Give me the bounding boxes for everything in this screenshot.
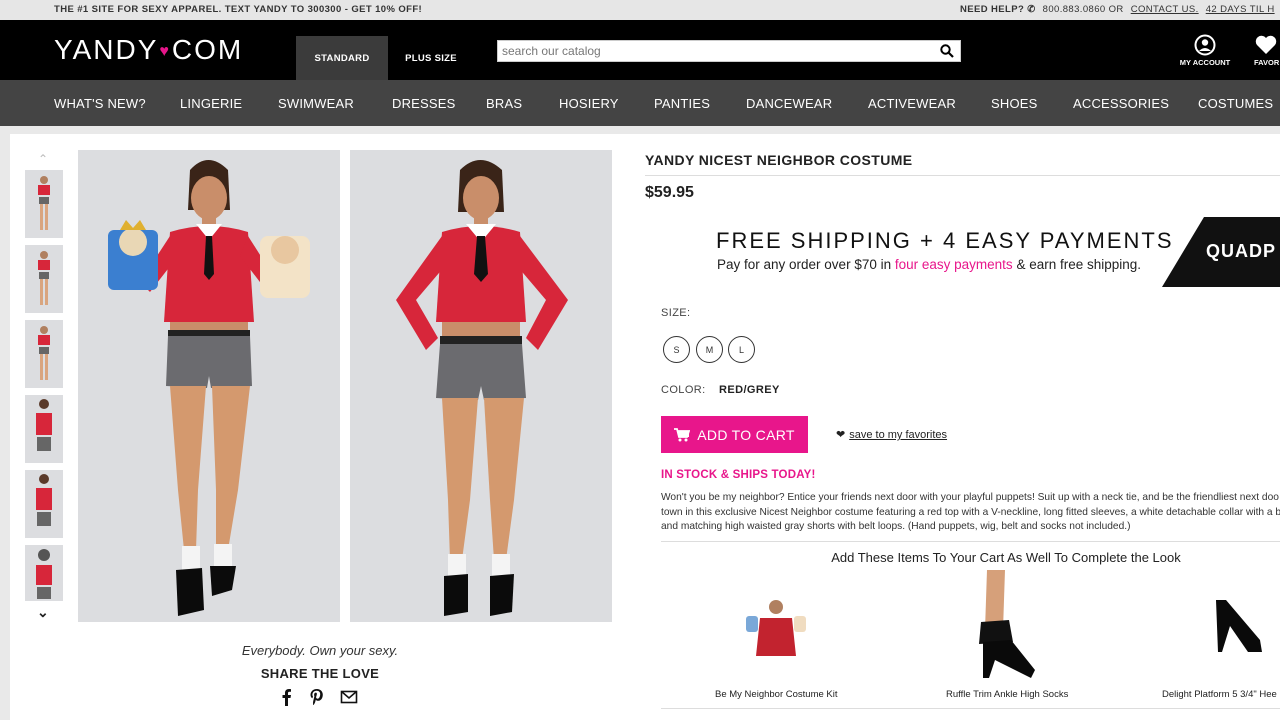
color-row: COLOR: RED/GREY [661, 384, 780, 396]
product-thumbnail[interactable] [25, 545, 63, 601]
promo-text: THE #1 SITE FOR SEXY APPAREL. TEXT YANDY… [54, 4, 423, 15]
logo-text-left: YANDY [54, 34, 159, 65]
tab-plus-size[interactable]: PLUS SIZE [388, 36, 474, 80]
site-header: YANDY♥COM STANDARD PLUS SIZE MY ACCOUNT … [0, 20, 1280, 80]
email-icon[interactable] [340, 688, 358, 706]
heart-icon: ❤ [836, 429, 846, 441]
color-value: RED/GREY [719, 384, 780, 396]
title-divider [645, 175, 1280, 176]
product-thumbnail[interactable] [25, 170, 63, 238]
shipping-subtext: Pay for any order over $70 in four easy … [717, 257, 1141, 272]
returns-link[interactable]: 42 DAYS TIL H [1206, 4, 1275, 15]
nav-costumes[interactable]: COSTUMES [1198, 96, 1273, 111]
product-title: YANDY NICEST NEIGHBOR COSTUME [645, 152, 913, 168]
product-price: $59.95 [645, 184, 694, 201]
product-thumbnail[interactable] [25, 245, 63, 313]
account-icon [1194, 34, 1216, 56]
product-description: Won't you be my neighbor? Entice your fr… [661, 491, 1280, 535]
phone-number: 800.883.0860 OR [1042, 4, 1124, 15]
chevron-up-icon[interactable]: ⌃ [38, 152, 48, 166]
promo-bar: THE #1 SITE FOR SEXY APPAREL. TEXT YANDY… [0, 0, 1280, 20]
logo-text-right: COM [171, 34, 244, 65]
recommended-item-image[interactable] [1208, 570, 1268, 685]
nav-lingerie[interactable]: LINGERIE [180, 96, 242, 111]
pinterest-icon[interactable] [308, 688, 326, 706]
search-box [497, 40, 961, 62]
nav-dancewear[interactable]: DANCEWEAR [746, 96, 832, 111]
site-logo[interactable]: YANDY♥COM [54, 34, 243, 66]
need-help-label: NEED HELP? [960, 4, 1025, 15]
my-account-button[interactable]: MY ACCOUNT [1178, 34, 1232, 67]
product-thumbnail[interactable] [25, 470, 63, 538]
nav-panties[interactable]: PANTIES [654, 96, 710, 111]
product-photo-main[interactable] [78, 150, 340, 622]
color-label: COLOR: [661, 384, 706, 396]
nav-whats-new[interactable]: WHAT'S NEW? [54, 96, 146, 111]
shipping-text-pre: Pay for any order over $70 in [717, 257, 892, 272]
size-option-m[interactable]: M [696, 336, 723, 363]
add-to-cart-label: ADD TO CART [697, 426, 795, 443]
description-line: town in this exclusive Nicest Neighbor c… [661, 506, 1280, 518]
save-favorites-link[interactable]: ❤ save to my favorites [836, 428, 947, 441]
nav-activewear[interactable]: ACTIVEWEAR [868, 96, 956, 111]
help-area: NEED HELP? ✆ 800.883.0860 OR CONTACT US.… [960, 4, 1275, 15]
brand-tagline: Everybody. Own your sexy. [241, 643, 399, 658]
nav-bras[interactable]: BRAS [486, 96, 522, 111]
nav-dresses[interactable]: DRESSES [392, 96, 456, 111]
add-to-cart-button[interactable]: ADD TO CART [661, 416, 808, 453]
facebook-icon[interactable] [278, 688, 296, 706]
heart-icon [1255, 35, 1277, 54]
recommended-item-name[interactable]: Be My Neighbor Costume Kit [715, 689, 838, 700]
cart-icon [674, 427, 691, 441]
footer-divider [661, 708, 1280, 709]
search-input[interactable] [498, 41, 928, 61]
save-favorites-label: save to my favorites [849, 429, 948, 441]
product-thumbnail[interactable] [25, 395, 63, 463]
favorites-label: FAVOR [1254, 58, 1280, 67]
category-nav: WHAT'S NEW? LINGERIE SWIMWEAR DRESSES BR… [0, 80, 1280, 126]
easy-payments-link[interactable]: four easy payments [895, 257, 1013, 272]
nav-hosiery[interactable]: HOSIERY [559, 96, 619, 111]
complete-look-heading: Add These Items To Your Cart As Well To … [831, 550, 1181, 565]
recommended-item-name[interactable]: Delight Platform 5 3/4" Hee [1162, 689, 1277, 700]
shipping-headline: FREE SHIPPING + 4 EASY PAYMENTS [716, 228, 1174, 253]
chevron-down-icon[interactable]: ⌄ [37, 604, 49, 621]
search-icon[interactable] [940, 44, 954, 58]
stock-status: IN STOCK & SHIPS TODAY! [661, 469, 816, 481]
recommended-item-image[interactable] [740, 570, 812, 685]
phone-icon: ✆ [1027, 4, 1036, 15]
size-label: SIZE: [661, 307, 691, 319]
description-divider [661, 541, 1280, 542]
heart-icon: ♥ [159, 42, 171, 60]
size-option-l[interactable]: L [728, 336, 755, 363]
size-option-s[interactable]: S [663, 336, 690, 363]
product-photo-alt[interactable] [350, 150, 612, 622]
nav-swimwear[interactable]: SWIMWEAR [278, 96, 354, 111]
contact-us-link[interactable]: CONTACT US. [1131, 4, 1199, 15]
recommended-item-name[interactable]: Ruffle Trim Ankle High Socks [946, 689, 1068, 700]
account-label: MY ACCOUNT [1179, 58, 1231, 67]
tab-standard[interactable]: STANDARD [296, 36, 388, 80]
nav-accessories[interactable]: ACCESSORIES [1073, 96, 1169, 111]
shipping-text-post: & earn free shipping. [1016, 257, 1142, 272]
description-line: Won't you be my neighbor? Entice your fr… [661, 492, 1279, 503]
nav-shoes[interactable]: SHOES [991, 96, 1038, 111]
favorites-button[interactable]: FAVOR [1254, 34, 1280, 67]
description-line: and matching high waisted gray shorts wi… [661, 521, 1131, 532]
recommended-item-image[interactable] [975, 570, 1035, 685]
product-thumbnail[interactable] [25, 320, 63, 388]
share-heading: SHARE THE LOVE [260, 666, 380, 681]
